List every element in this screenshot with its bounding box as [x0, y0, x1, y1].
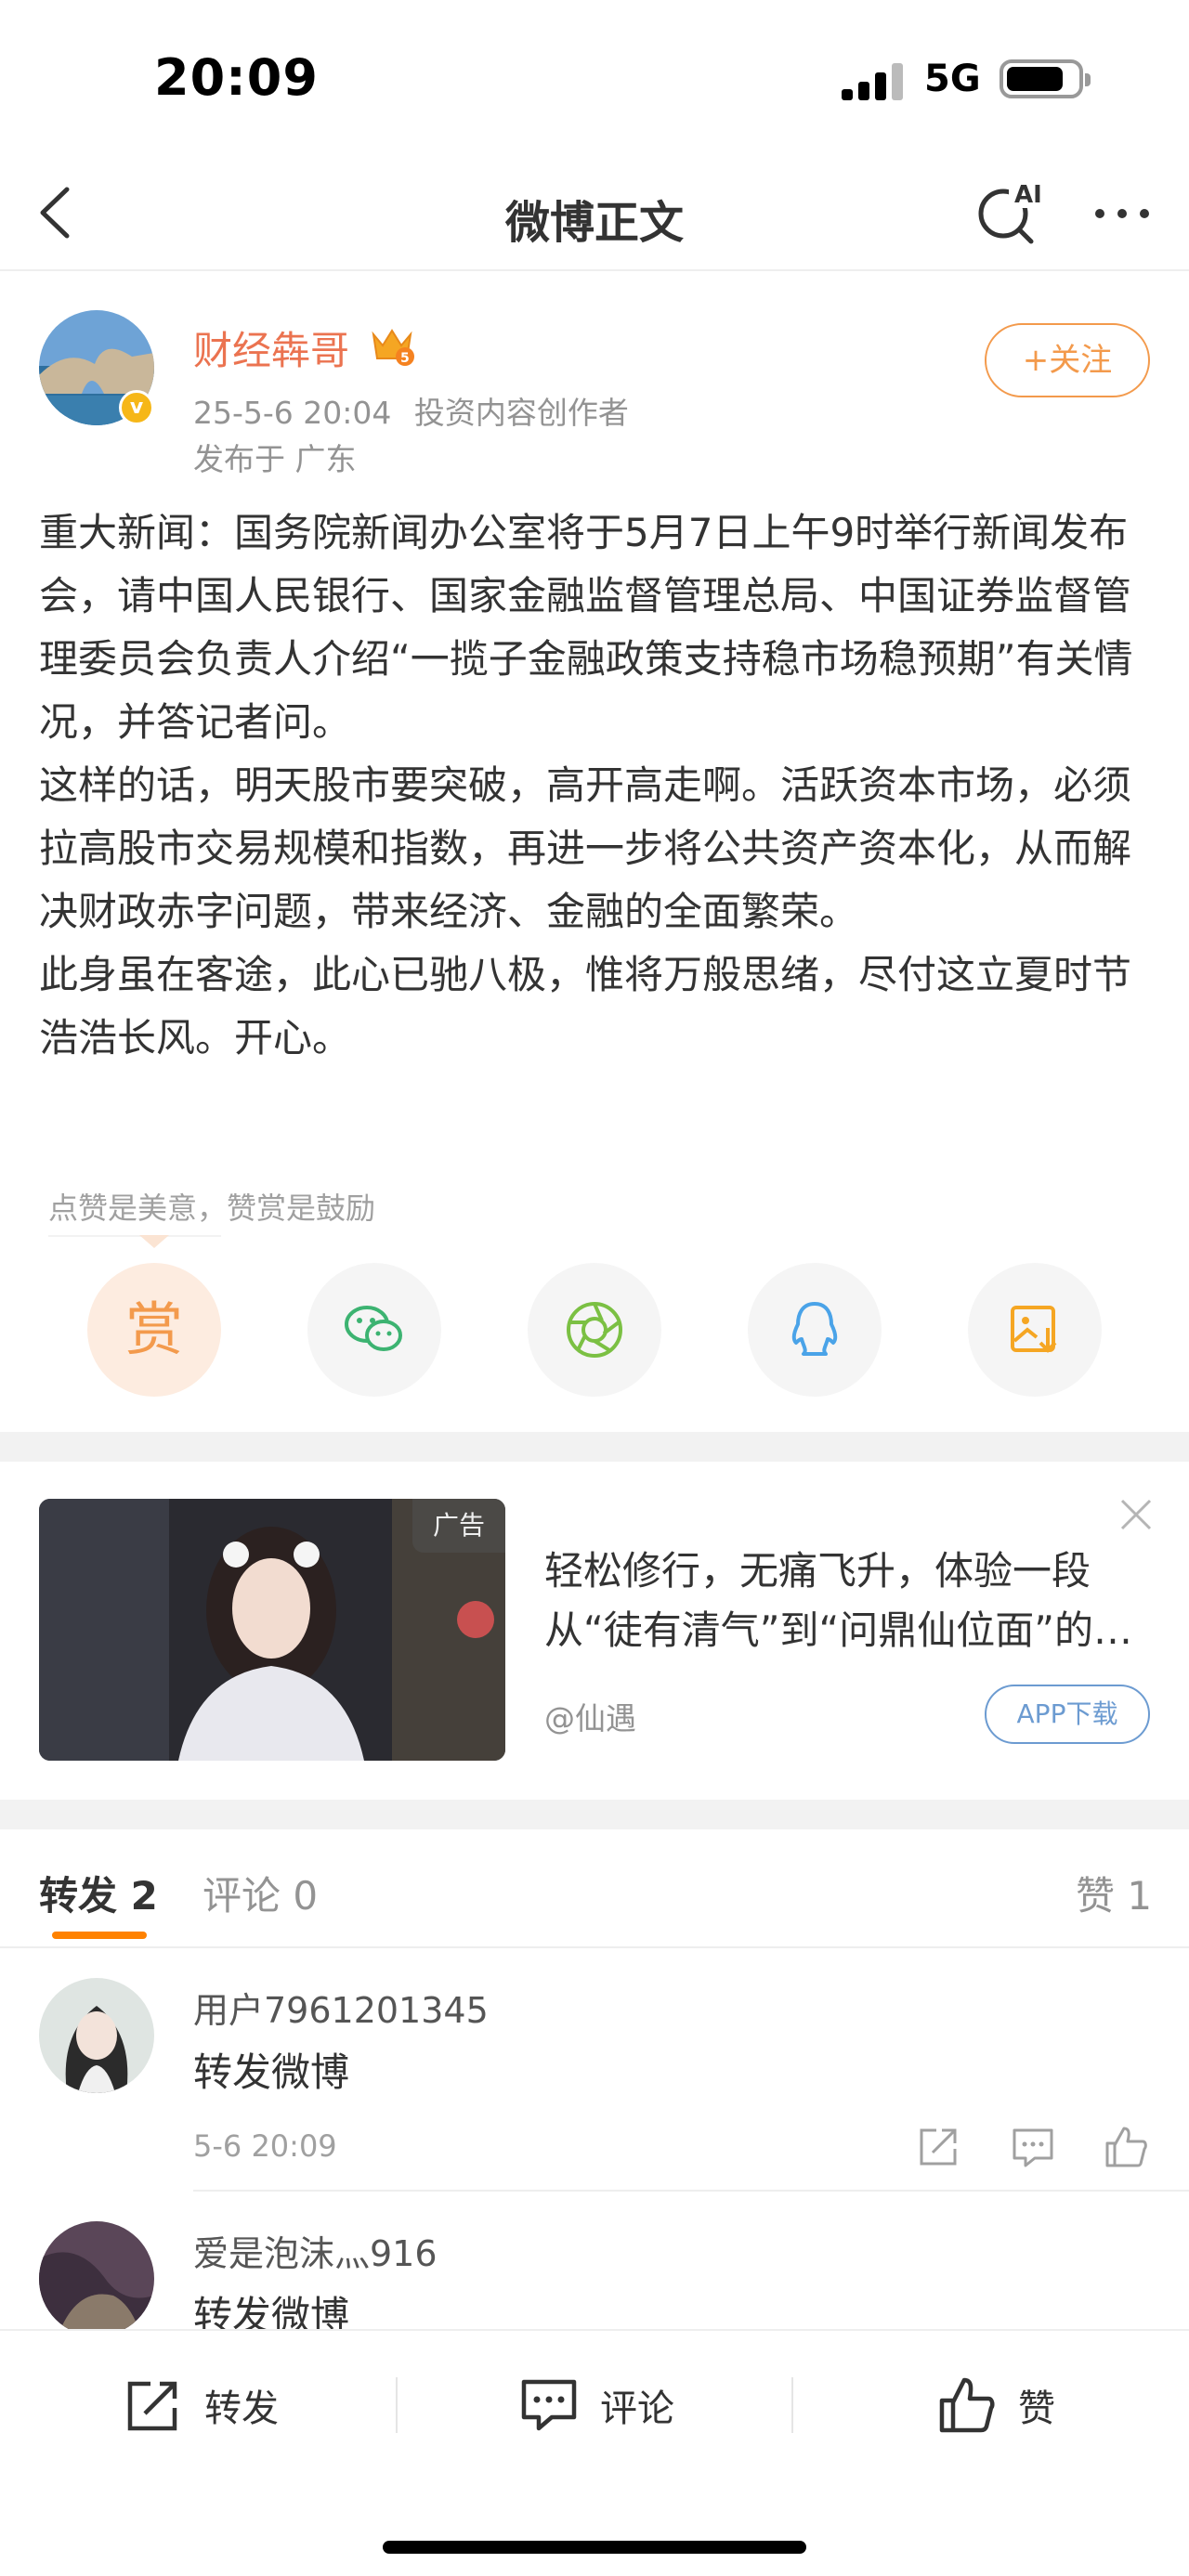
app-download-button[interactable]: APP下载 [985, 1685, 1150, 1744]
verified-badge-icon: v [119, 390, 154, 425]
post-time: 25-5-6 20:04 [193, 395, 392, 431]
divider [396, 2377, 398, 2433]
tab-bar: 转发 2 评论 0 赞 1 [0, 1829, 1189, 1948]
tip-caret [139, 1235, 169, 1248]
avatar[interactable] [39, 2221, 154, 2336]
home-indicator [383, 2541, 806, 2554]
post-meta: 25-5-6 20:04 投资内容创作者 [193, 388, 629, 433]
moments-share-button[interactable] [528, 1263, 661, 1397]
share-row: 赏 [0, 1263, 1189, 1397]
moments-icon [567, 1302, 622, 1358]
close-icon[interactable] [1113, 1491, 1159, 1538]
svg-text:AI: AI [1014, 181, 1042, 209]
wechat-share-button[interactable] [307, 1263, 441, 1397]
author-name[interactable]: 财经犇哥 [193, 319, 349, 376]
repost-text: 转发微博 [193, 2049, 350, 2095]
ai-search-icon[interactable]: AI [973, 173, 1048, 247]
ad-source: @仙遇 [544, 1700, 636, 1737]
qq-share-button[interactable] [748, 1263, 882, 1397]
repost-label: 转发 [204, 2387, 279, 2430]
comment-icon[interactable] [1007, 2121, 1059, 2173]
comment-button[interactable]: 评论 [516, 2368, 674, 2442]
repost-icon [127, 2381, 177, 2431]
wechat-icon [345, 1306, 402, 1351]
like-button[interactable]: 赞 [934, 2368, 1055, 2442]
ad-text[interactable]: 轻松修行，无痛飞升，体验一段 从“徒有清气”到“问鼎仙位面”的… [544, 1542, 1148, 1660]
section-divider [0, 1432, 1189, 1462]
ad-tag: 广告 [412, 1499, 505, 1553]
follow-button[interactable]: +关注 [985, 323, 1150, 397]
divider [791, 2377, 793, 2433]
post-content: 重大新闻：国务院新闻办公室将于5月7日上午9时举行新闻发布会，请中国人民银行、国… [39, 501, 1154, 1070]
status-time: 20:09 [154, 48, 319, 107]
list-divider [193, 2190, 1189, 2192]
avatar[interactable] [39, 1978, 154, 2093]
section-divider [0, 1800, 1189, 1829]
save-image-icon [1011, 1306, 1057, 1353]
like-icon[interactable] [1100, 2121, 1152, 2173]
post-paragraph: 这样的话，明天股市要突破，高开高走啊。活跃资本市场，必须拉高股市交易规模和指数，… [39, 762, 1132, 934]
post-location: 发布于 广东 [193, 441, 357, 477]
more-icon[interactable] [1085, 186, 1159, 241]
tab-repost[interactable]: 转发 2 [39, 1865, 158, 1921]
post-paragraph: 重大新闻：国务院新闻办公室将于5月7日上午9时举行新闻发布会，请中国人民银行、国… [39, 510, 1133, 745]
member-crown-icon: 5 [370, 325, 414, 366]
share-icon[interactable] [912, 2121, 964, 2173]
repost-user[interactable]: 用户7961201345 [193, 1982, 489, 2033]
comment-label: 评论 [600, 2387, 674, 2430]
tab-comment[interactable]: 评论 0 [203, 1865, 318, 1921]
comment-icon [521, 2379, 577, 2431]
like-icon [939, 2377, 995, 2433]
author-tag: 投资内容创作者 [413, 395, 629, 431]
repost-button[interactable]: 转发 [121, 2368, 279, 2442]
repost-user[interactable]: 爱是泡沫灬916 [193, 2225, 438, 2276]
status-bar: 20:09 5G [0, 0, 1189, 158]
reward-button[interactable]: 赏 [87, 1263, 221, 1397]
like-label: 赞 [1018, 2387, 1055, 2430]
nav-bar: 微博正文 AI [0, 158, 1189, 271]
ad-line: 轻松修行，无痛飞升，体验一段 [544, 1548, 1091, 1594]
post-paragraph: 此身虽在客途，此心已驰八极，惟将万般思绪，尽付这立夏时节浩浩长风。开心。 [39, 952, 1132, 1060]
qq-icon [791, 1302, 838, 1356]
signal-icon [842, 63, 907, 100]
tip-divider [48, 1235, 221, 1237]
bottom-action-bar: 转发 评论 赞 [0, 2329, 1189, 2576]
reward-tip: 点赞是美意，赞赏是鼓励 [48, 1190, 376, 1226]
member-level: 5 [400, 351, 410, 366]
tab-like[interactable]: 赞 1 [1076, 1865, 1152, 1921]
repost-time: 5-6 20:09 [193, 2128, 337, 2164]
save-image-button[interactable] [968, 1263, 1102, 1397]
network-label: 5G [924, 58, 981, 100]
battery-icon [1000, 59, 1091, 98]
ad-line: 从“徒有清气”到“问鼎仙位面”的… [544, 1607, 1133, 1653]
active-tab-indicator [52, 1932, 147, 1939]
